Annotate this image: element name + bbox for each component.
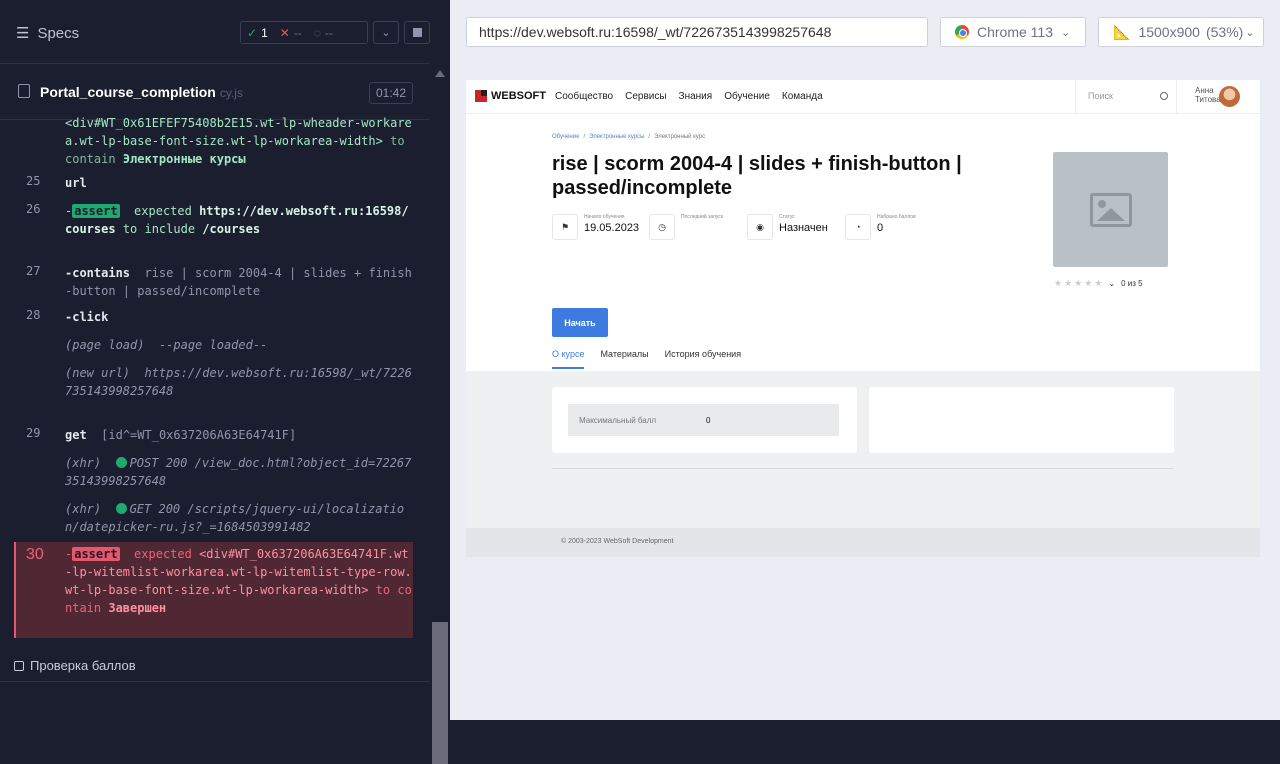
- start-button[interactable]: Начать: [552, 308, 608, 337]
- tab-about[interactable]: О курсе: [552, 349, 585, 369]
- log-scrollbar[interactable]: [430, 64, 450, 764]
- chevron-down-icon: ⌄: [381, 27, 391, 39]
- spec-duration: 01:42: [368, 82, 413, 104]
- failed-count: ✕ --: [279, 25, 302, 40]
- pending-count: ◌ --: [313, 25, 333, 40]
- nav-item-team[interactable]: Команда: [782, 91, 823, 102]
- tab-history[interactable]: История обучения: [665, 349, 741, 369]
- user-name[interactable]: Анна Титова: [1195, 86, 1221, 104]
- assert-badge: assert: [72, 204, 120, 218]
- star-icon[interactable]: ★: [1094, 278, 1102, 289]
- breadcrumb-learning[interactable]: Обучение: [552, 134, 579, 140]
- course-tabs: О курсе Материалы История обучения: [552, 349, 741, 369]
- site-footer: © 2003-2023 WebSoft Development: [466, 528, 1260, 557]
- breadcrumb-courses[interactable]: Электронные курсы: [589, 134, 644, 140]
- max-score-row: Максимальный балл 0: [568, 404, 839, 436]
- file-icon: [18, 84, 30, 98]
- search-icon[interactable]: [1160, 92, 1168, 100]
- chevron-down-icon: ⌄: [1245, 26, 1255, 39]
- browser-select[interactable]: Chrome 113 ⌄: [940, 17, 1086, 47]
- spec-name[interactable]: Portal_course_completion cy.js: [40, 84, 243, 100]
- log-element: <div#WT_0x61EFEF75408b2E15.wt-lp-wheader…: [65, 116, 412, 148]
- scroll-down-icon[interactable]: [435, 706, 445, 713]
- runner-header: ☰ Specs ✓ 1 ✕ -- ◌ -- ⌄: [0, 0, 430, 64]
- spec-ext: cy.js: [219, 86, 243, 100]
- cypress-runner-panel: ☰ Specs ✓ 1 ✕ -- ◌ -- ⌄ Portal_course_compl…: [0, 0, 450, 764]
- check-icon: ✓: [247, 25, 258, 40]
- clock-icon: ◷: [649, 214, 675, 240]
- scrollbar-thumb[interactable]: [432, 622, 448, 764]
- nav-item-learning[interactable]: Обучение: [724, 91, 770, 102]
- star-icon[interactable]: ★: [1064, 278, 1072, 289]
- status-dot-icon: [115, 503, 127, 514]
- assert-badge: assert: [72, 547, 120, 561]
- star-icon[interactable]: ★: [1074, 278, 1082, 289]
- empty-card: [869, 387, 1174, 453]
- scroll-up-icon[interactable]: [435, 70, 445, 77]
- nav-item-knowledge[interactable]: Знания: [679, 91, 713, 102]
- flag-icon: ⚑: [552, 214, 578, 240]
- nav-item-community[interactable]: Сообщество: [555, 91, 613, 102]
- ruler-icon: 📐: [1113, 23, 1131, 40]
- site-header: WEBSOFT Сообщество Сервисы Знания Обучен…: [466, 80, 1260, 114]
- tab-materials[interactable]: Материалы: [600, 349, 648, 369]
- meta-start: ⚑ Начало обучения 19.05.2023: [552, 214, 639, 240]
- site-nav: Сообщество Сервисы Знания Обучение Коман…: [555, 91, 823, 102]
- suite-row[interactable]: Проверка баллов: [0, 650, 429, 682]
- nav-item-services[interactable]: Сервисы: [625, 91, 666, 102]
- specs-toggle[interactable]: ☰ Specs: [16, 24, 80, 43]
- url-bar[interactable]: https://dev.websoft.ru:16598/_wt/7226735…: [466, 17, 928, 47]
- expand-button[interactable]: ⌄: [373, 21, 399, 44]
- x-icon: ✕: [279, 25, 290, 40]
- chevron-down-icon[interactable]: ⌄: [1108, 279, 1115, 288]
- course-image: [1053, 152, 1168, 267]
- logo-icon: [475, 90, 487, 102]
- meta-status: ◉ Статус Назначен: [747, 214, 828, 240]
- stop-button[interactable]: [404, 21, 430, 44]
- breadcrumb-current: Электронный курс: [654, 134, 706, 140]
- menu-icon: ☰: [16, 25, 30, 42]
- course-title: rise | scorm 2004-4 | slides + finish-bu…: [552, 153, 962, 199]
- status-dot-icon: [115, 457, 127, 468]
- meta-last-launch: ◷ Последний запуск: [649, 214, 723, 240]
- check-circle-icon: ◉: [747, 214, 773, 240]
- avatar[interactable]: [1219, 86, 1240, 107]
- breadcrumb: Обучение / Электронные курсы / Электронн…: [552, 134, 706, 140]
- site-search-input[interactable]: Поиск: [1075, 80, 1177, 114]
- image-placeholder-icon: [1089, 192, 1132, 227]
- meta-score: ◔ Набрано баллов 0: [845, 214, 916, 240]
- star-icon[interactable]: ★: [1084, 278, 1092, 289]
- info-card: Максимальный балл 0: [552, 387, 857, 453]
- course-rating[interactable]: ★ ★ ★ ★ ★ ⌄ 0 из 5: [1054, 278, 1143, 289]
- chrome-icon: [955, 25, 969, 39]
- rating-text: 0 из 5: [1121, 279, 1143, 288]
- chevron-down-icon: ⌄: [1061, 26, 1071, 39]
- viewport-select[interactable]: 📐 1500x900 (53%) ⌄: [1098, 17, 1264, 47]
- websoft-logo[interactable]: WEBSOFT: [475, 90, 546, 102]
- app-under-test: WEBSOFT Сообщество Сервисы Знания Обучен…: [466, 80, 1260, 557]
- failed-log-row[interactable]: 30 - assert expected <div#WT_0x637206A63E…: [14, 542, 413, 638]
- divider: [552, 468, 1174, 469]
- stop-icon: [412, 28, 422, 37]
- specs-label: Specs: [37, 24, 80, 42]
- star-icon[interactable]: ★: [1054, 278, 1062, 289]
- checkbox-icon: [14, 660, 24, 671]
- pending-icon: ◌: [313, 25, 321, 40]
- test-stats: ✓ 1 ✕ -- ◌ --: [240, 21, 368, 44]
- passed-count: ✓ 1: [247, 25, 268, 40]
- score-icon: ◔: [845, 214, 871, 240]
